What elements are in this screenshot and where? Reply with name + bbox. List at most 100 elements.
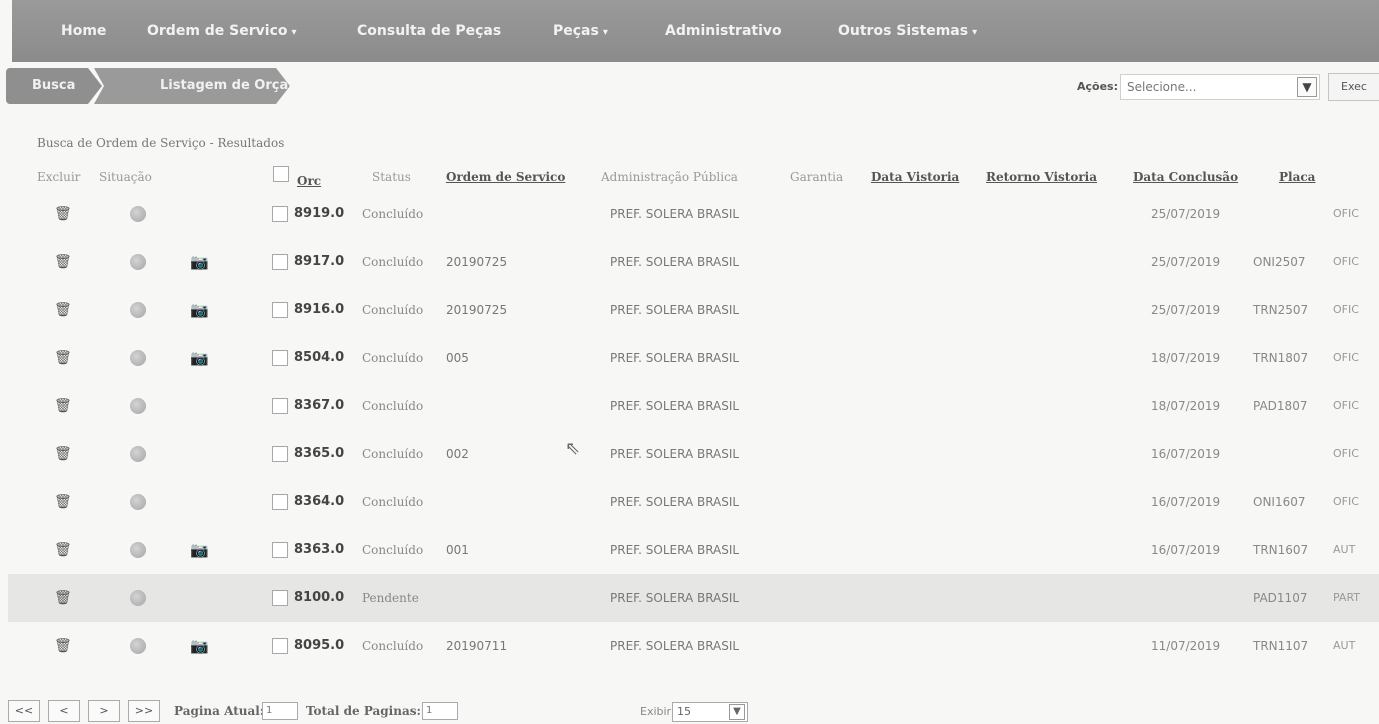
trash-icon[interactable]: 🗑 (54, 526, 72, 574)
administracao-publica-text: PREF. SOLERA BRASIL (610, 591, 740, 605)
table-row: 🗑 8367.0 Concluído PREF. SOLERA BRASIL 18/07… (0, 382, 1379, 430)
col-orc[interactable]: Orc (297, 174, 321, 188)
status-text: Concluído (362, 495, 424, 509)
status-dot-icon (130, 206, 146, 222)
trash-icon[interactable]: 🗑 (54, 286, 72, 334)
orc-link[interactable]: 8504.0 (294, 334, 344, 382)
orc-link[interactable]: 8919.0 (294, 190, 344, 238)
status-text: Concluído (362, 303, 424, 317)
extra-column-text: OFIC (1333, 303, 1359, 316)
chevron-down-icon[interactable]: ▼ (729, 704, 745, 720)
ordem-de-servico-text: 001 (446, 543, 469, 557)
chevron-down-icon[interactable]: ▼ (1297, 77, 1317, 97)
nav-outros-sistemas[interactable]: Outros Sistemas ▾ (838, 20, 977, 42)
extra-column-text: OFIC (1333, 351, 1359, 364)
trash-icon[interactable]: 🗑 (54, 574, 72, 622)
col-data-conclusao[interactable]: Data Conclusão (1133, 170, 1238, 184)
trash-icon[interactable]: 🗑 (54, 190, 72, 238)
col-administracao-publica: Administração Pública (601, 170, 738, 184)
orc-link[interactable]: 8917.0 (294, 238, 344, 286)
row-checkbox[interactable] (272, 206, 288, 222)
exec-button[interactable]: Exec (1328, 73, 1379, 101)
trash-icon[interactable]: 🗑 (54, 334, 72, 382)
select-all-checkbox[interactable] (273, 166, 289, 182)
row-checkbox[interactable] (272, 590, 288, 606)
placa-text: ONI2507 (1253, 255, 1306, 269)
chevron-down-icon: ▾ (602, 27, 608, 38)
extra-column-text: PART (1333, 591, 1361, 604)
nav-pecas[interactable]: Peças ▾ (553, 20, 608, 42)
camera-icon[interactable]: 📷 (190, 334, 209, 382)
nav-ordem-de-servico[interactable]: Ordem de Servico ▾ (147, 20, 297, 42)
camera-icon[interactable]: 📷 (190, 286, 209, 334)
col-excluir: Excluir (37, 170, 81, 184)
nav-home[interactable]: Home (61, 20, 106, 42)
top-nav: Home Ordem de Servico ▾ Consulta de Peças… (12, 0, 1379, 62)
administracao-publica-text: PREF. SOLERA BRASIL (610, 351, 740, 365)
col-garantia: Garantia (790, 170, 844, 184)
exibir-label: Exibir: (640, 705, 675, 718)
orc-link[interactable]: 8364.0 (294, 478, 344, 526)
orc-link[interactable]: 8363.0 (294, 526, 344, 574)
row-checkbox[interactable] (272, 638, 288, 654)
placa-text: PAD1107 (1253, 591, 1308, 605)
administracao-publica-text: PREF. SOLERA BRASIL (610, 399, 740, 413)
next-page-button[interactable]: > (88, 700, 120, 722)
status-text: Concluído (362, 399, 424, 413)
trash-icon[interactable]: 🗑 (54, 622, 72, 670)
acoes-select[interactable]: Selecione... ▼ (1120, 74, 1320, 100)
pagina-atual-label: Pagina Atual: (174, 704, 265, 718)
col-ordem-de-servico[interactable]: Ordem de Servico (446, 170, 565, 184)
ordem-de-servico-text: 20190725 (446, 303, 508, 317)
extra-column-text: AUT (1333, 639, 1356, 652)
orc-link[interactable]: 8100.0 (294, 574, 344, 622)
nav-pecas-label: Peças (553, 23, 599, 39)
camera-icon[interactable]: 📷 (190, 622, 209, 670)
orc-link[interactable]: 8095.0 (294, 622, 344, 670)
table-row: 🗑 8364.0 Concluído PREF. SOLERA BRASIL 16/07… (0, 478, 1379, 526)
data-conclusao-text: 25/07/2019 (1151, 207, 1221, 221)
nav-administrativo[interactable]: Administrativo (665, 20, 782, 42)
col-data-vistoria[interactable]: Data Vistoria (871, 170, 959, 184)
row-checkbox[interactable] (272, 542, 288, 558)
extra-column-text: OFIC (1333, 255, 1359, 268)
status-text: Concluído (362, 447, 424, 461)
camera-icon[interactable]: 📷 (190, 238, 209, 286)
exibir-select[interactable]: 15 ▼ (672, 702, 748, 722)
trash-icon[interactable]: 🗑 (54, 430, 72, 478)
last-page-button[interactable]: >> (128, 700, 160, 722)
row-checkbox[interactable] (272, 302, 288, 318)
trash-icon[interactable]: 🗑 (54, 382, 72, 430)
status-text: Concluído (362, 255, 424, 269)
orc-link[interactable]: 8367.0 (294, 382, 344, 430)
row-checkbox[interactable] (272, 350, 288, 366)
placa-text: TRN2507 (1253, 303, 1309, 317)
row-checkbox[interactable] (272, 494, 288, 510)
col-retorno-vistoria[interactable]: Retorno Vistoria (986, 170, 1097, 184)
orc-link[interactable]: 8365.0 (294, 430, 344, 478)
nav-consulta-de-pecas[interactable]: Consulta de Peças (357, 20, 501, 42)
breadcrumb-busca[interactable]: Busca (6, 68, 102, 104)
mouse-cursor-icon: ⇖ (565, 438, 581, 459)
pagina-atual-input[interactable]: 1 (262, 702, 298, 720)
row-checkbox[interactable] (272, 254, 288, 270)
trash-icon[interactable]: 🗑 (54, 238, 72, 286)
acoes-label: Ações: (1077, 80, 1118, 93)
orc-link[interactable]: 8916.0 (294, 286, 344, 334)
row-checkbox[interactable] (272, 398, 288, 414)
trash-icon[interactable]: 🗑 (54, 478, 72, 526)
row-checkbox[interactable] (272, 446, 288, 462)
status-dot-icon (130, 254, 146, 270)
camera-icon[interactable]: 📷 (190, 526, 209, 574)
nav-ordem-label: Ordem de Servico (147, 23, 288, 39)
status-dot-icon (130, 494, 146, 510)
breadcrumb-listagem[interactable]: Listagem de Orçamentos (94, 68, 290, 104)
administracao-publica-text: PREF. SOLERA BRASIL (610, 447, 740, 461)
chevron-down-icon: ▾ (972, 27, 978, 38)
status-dot-icon (130, 638, 146, 654)
prev-page-button[interactable]: < (48, 700, 80, 722)
extra-column-text: OFIC (1333, 495, 1359, 508)
table-row: 🗑 📷 8363.0 Concluído 001 PREF. SOLERA BRASIL 1… (0, 526, 1379, 574)
col-placa[interactable]: Placa (1279, 170, 1315, 184)
first-page-button[interactable]: << (8, 700, 40, 722)
